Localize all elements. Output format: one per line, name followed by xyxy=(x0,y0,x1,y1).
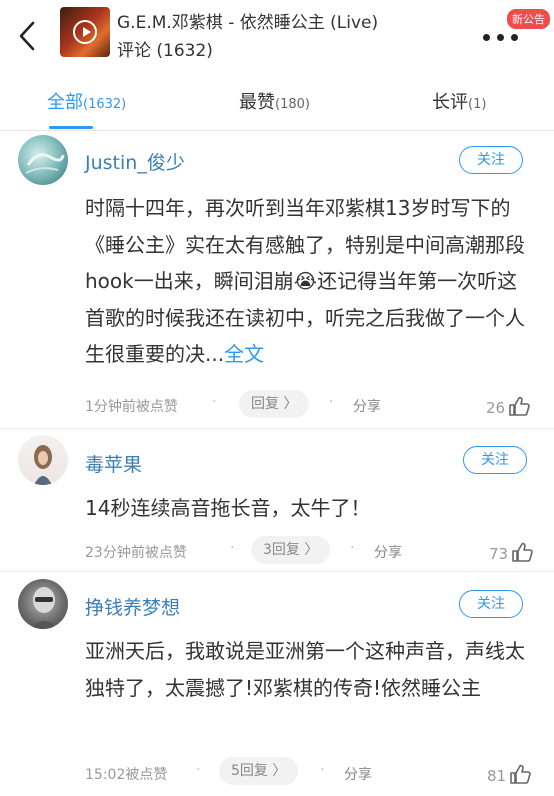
tab-count: (1) xyxy=(468,97,487,112)
share-button[interactable]: 分享 xyxy=(344,764,372,784)
play-icon[interactable] xyxy=(73,20,97,44)
full-text-link[interactable]: 全文 xyxy=(224,342,264,366)
notice-badge[interactable]: 新公告 xyxy=(507,9,550,29)
reply-label: 3回复 xyxy=(263,542,300,558)
separator-dot: · xyxy=(212,394,217,410)
like-number: 81 xyxy=(487,767,507,785)
comment-text: 时隔十四年，再次听到当年邓紫棋13岁时写下的《睡公主》实在太有感触了，特别是中间… xyxy=(85,190,525,373)
comment-text: 14秒连续高音拖长音，太牛了！ xyxy=(85,496,371,520)
follow-button[interactable]: 关注 xyxy=(459,146,523,174)
liked-time: 15:02被点赞 xyxy=(85,767,168,783)
back-arrow-icon[interactable] xyxy=(14,18,40,54)
reply-button[interactable]: 3回复 〉 xyxy=(251,536,331,564)
reply-button[interactable]: 回复 〉 xyxy=(239,390,310,418)
comment-body: 时隔十四年，再次听到当年邓紫棋13岁时写下的《睡公主》实在太有感触了，特别是中间… xyxy=(85,196,525,366)
share-button[interactable]: 分享 xyxy=(353,396,381,416)
avatar[interactable] xyxy=(18,435,68,485)
active-tab-indicator xyxy=(49,126,93,129)
avatar[interactable] xyxy=(18,135,68,185)
comment-tabs: 全部(1632) 最赞(180) 长评(1) xyxy=(0,70,554,131)
reply-label: 回复 xyxy=(251,396,279,412)
share-button[interactable]: 分享 xyxy=(374,542,402,562)
username[interactable]: 毒苹果 xyxy=(85,450,142,477)
tab-label: 全部 xyxy=(47,92,83,113)
divider xyxy=(0,428,554,429)
reply-label: 5回复 xyxy=(231,763,268,779)
album-cover[interactable] xyxy=(60,7,110,57)
like-number: 26 xyxy=(486,399,506,417)
username[interactable]: Justin_俊少 xyxy=(85,148,185,175)
separator-dot: · xyxy=(329,394,334,410)
avatar[interactable] xyxy=(18,579,68,629)
comment-text: 亚洲天后，我敢说是亚洲第一个这种声音，声线太独特了，太震撼了!邓紫棋的传奇!依然… xyxy=(85,639,525,700)
separator-dot: · xyxy=(350,540,355,556)
thumbs-up-icon[interactable] xyxy=(511,542,533,562)
separator-dot: · xyxy=(320,762,325,778)
username[interactable]: 挣钱养梦想 xyxy=(85,593,180,620)
comment-count-title: 评论 (1632) xyxy=(117,41,213,61)
chevron-right-icon: 〉 xyxy=(304,542,319,558)
separator-dot: · xyxy=(230,540,235,556)
tab-all[interactable]: 全部(1632) xyxy=(47,88,126,114)
chevron-right-icon: 〉 xyxy=(283,396,298,412)
separator-dot: · xyxy=(196,762,201,778)
reply-button[interactable]: 5回复 〉 xyxy=(219,757,299,785)
thumbs-up-icon[interactable] xyxy=(509,764,531,784)
like-number: 73 xyxy=(489,545,509,563)
tab-top[interactable]: 最赞(180) xyxy=(239,88,310,114)
liked-time: 23分钟前被点赞 xyxy=(85,545,187,561)
tab-label: 长评 xyxy=(432,92,468,113)
follow-button[interactable]: 关注 xyxy=(459,590,523,618)
tab-label: 最赞 xyxy=(239,92,275,113)
thumbs-up-icon[interactable] xyxy=(508,396,530,416)
liked-time: 1分钟前被点赞 xyxy=(85,399,178,415)
more-options-icon[interactable] xyxy=(483,34,523,42)
tab-count: (1632) xyxy=(83,97,127,112)
like-count[interactable]: 81 xyxy=(487,764,531,785)
song-title: G.E.M.邓紫棋 - 依然睡公主 (Live) xyxy=(117,13,379,33)
tab-long[interactable]: 长评(1) xyxy=(432,88,486,114)
follow-button[interactable]: 关注 xyxy=(463,446,527,474)
chevron-right-icon: 〉 xyxy=(272,763,287,779)
tab-count: (180) xyxy=(275,97,310,112)
header: G.E.M.邓紫棋 - 依然睡公主 (Live) 评论 (1632) 新公告 xyxy=(0,0,554,70)
divider xyxy=(0,571,554,572)
like-count[interactable]: 73 xyxy=(489,542,533,563)
like-count[interactable]: 26 xyxy=(486,396,530,417)
